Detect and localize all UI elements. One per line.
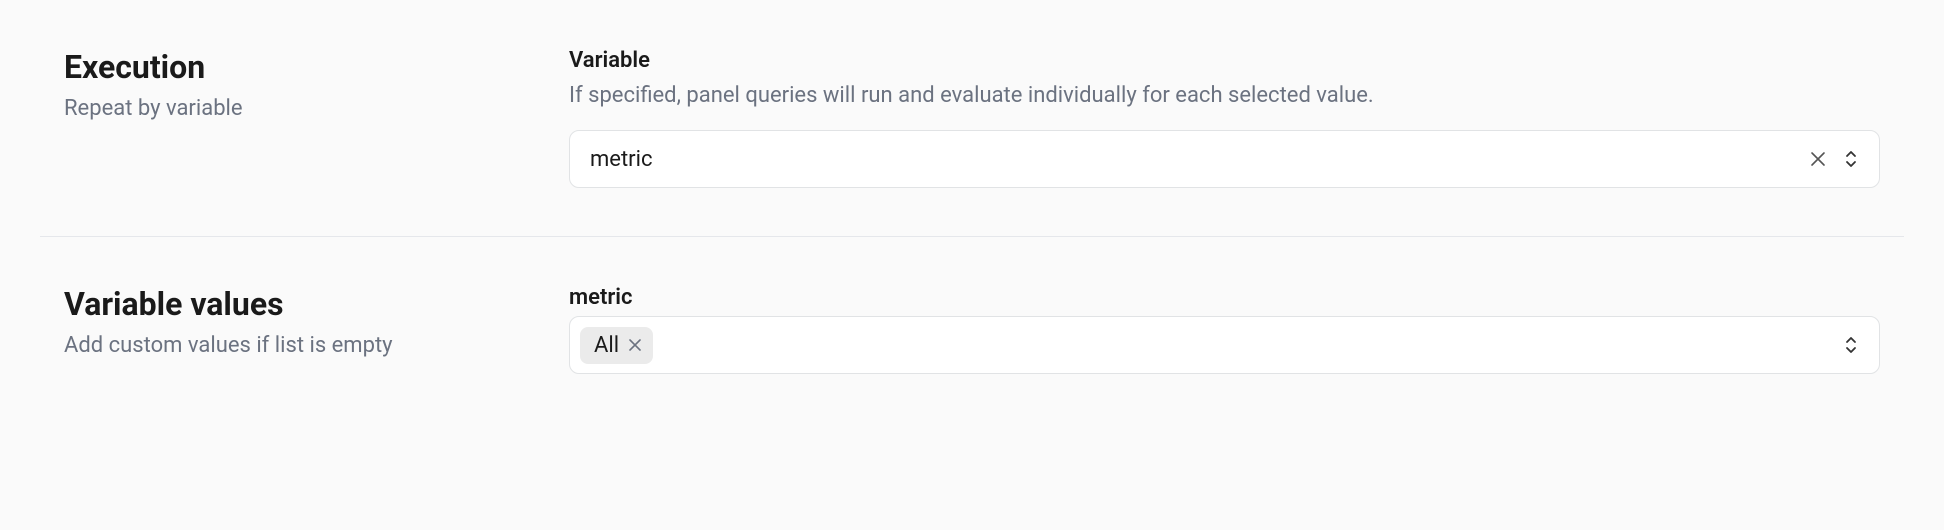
execution-subtitle: Repeat by variable: [64, 94, 569, 125]
clear-icon[interactable]: [1809, 150, 1827, 168]
variable-values-subtitle: Add custom values if list is empty: [64, 331, 569, 362]
variable-values-content: metric All: [569, 285, 1880, 374]
execution-content: Variable If specified, panel queries wil…: [569, 48, 1880, 188]
execution-title: Execution: [64, 48, 569, 86]
variable-field-description: If specified, panel queries will run and…: [569, 79, 1880, 112]
value-chip: All: [580, 327, 653, 364]
variable-values-title: Variable values: [64, 285, 569, 323]
variable-select[interactable]: metric: [569, 130, 1880, 188]
execution-section: Execution Repeat by variable Variable If…: [0, 0, 1944, 236]
chevron-updown-icon: [1843, 335, 1859, 355]
metric-field-label: metric: [569, 285, 1880, 310]
execution-sidebar: Execution Repeat by variable: [64, 48, 569, 188]
variable-field-label: Variable: [569, 48, 1880, 73]
chip-close-icon[interactable]: [627, 337, 643, 353]
variable-select-icons: [1809, 149, 1859, 169]
variable-values-multiselect[interactable]: All: [569, 316, 1880, 374]
variable-select-value: metric: [590, 147, 1809, 172]
value-chip-label: All: [594, 333, 619, 358]
chevron-updown-icon: [1843, 149, 1859, 169]
variable-values-sidebar: Variable values Add custom values if lis…: [64, 285, 569, 374]
variable-values-section: Variable values Add custom values if lis…: [0, 237, 1944, 422]
